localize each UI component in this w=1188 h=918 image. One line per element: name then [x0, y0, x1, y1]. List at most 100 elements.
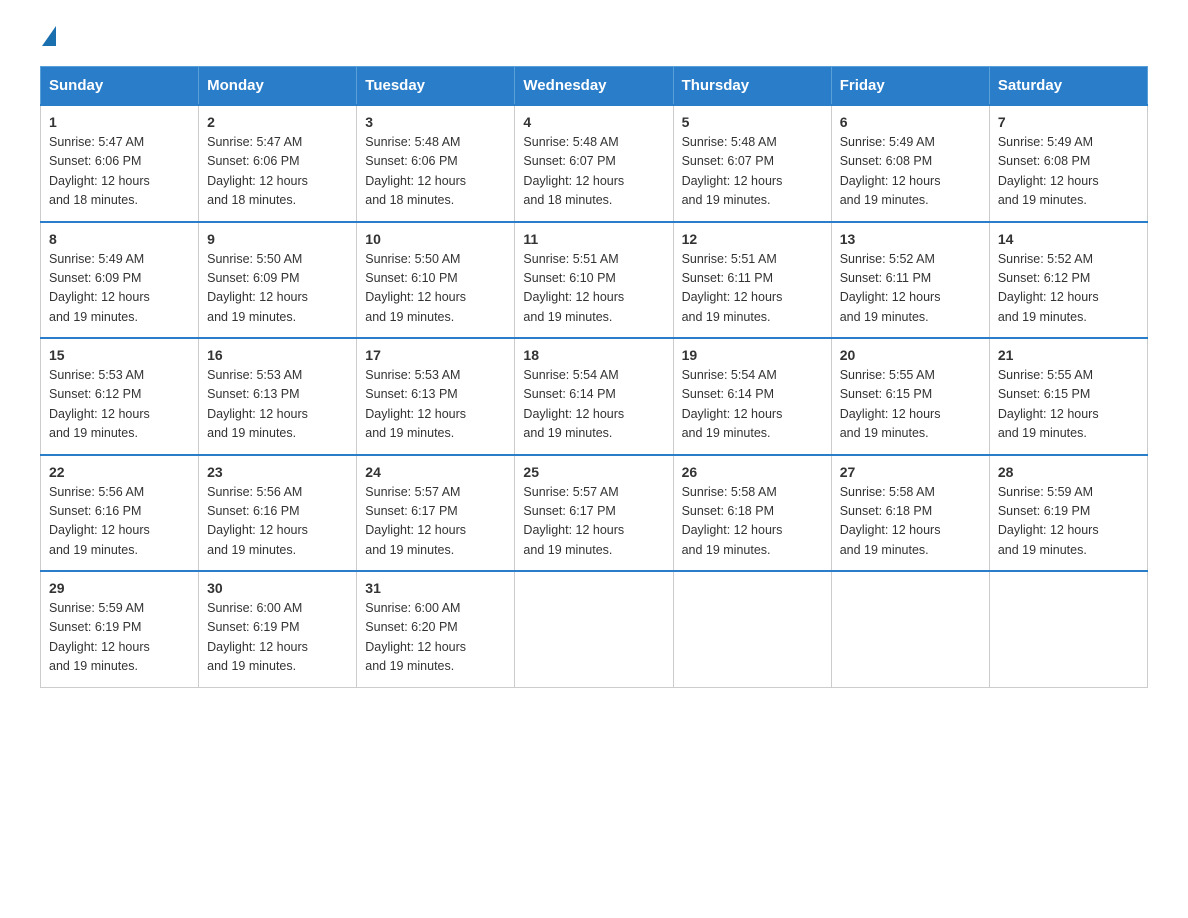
day-info: Sunrise: 5:48 AMSunset: 6:06 PMDaylight:… — [365, 133, 506, 211]
day-number: 28 — [998, 464, 1139, 480]
calendar-cell: 31Sunrise: 6:00 AMSunset: 6:20 PMDayligh… — [357, 571, 515, 687]
day-info: Sunrise: 5:57 AMSunset: 6:17 PMDaylight:… — [365, 483, 506, 561]
day-number: 4 — [523, 114, 664, 130]
logo-triangle-icon — [42, 26, 56, 46]
calendar-cell: 9 Sunrise: 5:50 AMSunset: 6:09 PMDaylight… — [199, 222, 357, 339]
day-number: 25 — [523, 464, 664, 480]
calendar-cell: 22 Sunrise: 5:56 AMSunset: 6:16 PMDayligh… — [41, 455, 199, 572]
day-info: Sunrise: 5:49 AMSunset: 6:08 PMDaylight:… — [840, 133, 981, 211]
calendar-cell — [989, 571, 1147, 687]
header-cell-saturday: Saturday — [989, 67, 1147, 106]
day-info: Sunrise: 5:57 AMSunset: 6:17 PMDaylight:… — [523, 483, 664, 561]
calendar-table: SundayMondayTuesdayWednesdayThursdayFrid… — [40, 66, 1148, 688]
day-number: 2 — [207, 114, 348, 130]
logo — [40, 30, 56, 46]
day-info: Sunrise: 5:54 AMSunset: 6:14 PMDaylight:… — [682, 366, 823, 444]
day-info: Sunrise: 5:59 AMSunset: 6:19 PMDaylight:… — [49, 599, 190, 677]
calendar-cell: 21 Sunrise: 5:55 AMSunset: 6:15 PMDayligh… — [989, 338, 1147, 455]
day-info: Sunrise: 5:51 AMSunset: 6:10 PMDaylight:… — [523, 250, 664, 328]
day-info: Sunrise: 5:53 AMSunset: 6:13 PMDaylight:… — [365, 366, 506, 444]
calendar-cell: 25 Sunrise: 5:57 AMSunset: 6:17 PMDayligh… — [515, 455, 673, 572]
calendar-cell: 20 Sunrise: 5:55 AMSunset: 6:15 PMDayligh… — [831, 338, 989, 455]
day-info: Sunrise: 5:54 AMSunset: 6:14 PMDaylight:… — [523, 366, 664, 444]
calendar-header: SundayMondayTuesdayWednesdayThursdayFrid… — [41, 67, 1148, 106]
day-number: 23 — [207, 464, 348, 480]
day-info: Sunrise: 5:52 AMSunset: 6:12 PMDaylight:… — [998, 250, 1139, 328]
day-info: Sunrise: 5:55 AMSunset: 6:15 PMDaylight:… — [840, 366, 981, 444]
calendar-cell: 17 Sunrise: 5:53 AMSunset: 6:13 PMDayligh… — [357, 338, 515, 455]
day-info: Sunrise: 5:56 AMSunset: 6:16 PMDaylight:… — [49, 483, 190, 561]
calendar-cell — [831, 571, 989, 687]
calendar-body: 1Sunrise: 5:47 AMSunset: 6:06 PMDaylight… — [41, 105, 1148, 687]
calendar-week-row: 29 Sunrise: 5:59 AMSunset: 6:19 PMDayligh… — [41, 571, 1148, 687]
day-info: Sunrise: 5:52 AMSunset: 6:11 PMDaylight:… — [840, 250, 981, 328]
day-number: 6 — [840, 114, 981, 130]
day-number: 14 — [998, 231, 1139, 247]
day-number: 18 — [523, 347, 664, 363]
day-number: 19 — [682, 347, 823, 363]
day-info: Sunrise: 5:49 AMSunset: 6:08 PMDaylight:… — [998, 133, 1139, 211]
calendar-cell: 8 Sunrise: 5:49 AMSunset: 6:09 PMDaylight… — [41, 222, 199, 339]
header-cell-friday: Friday — [831, 67, 989, 106]
day-info: Sunrise: 5:49 AMSunset: 6:09 PMDaylight:… — [49, 250, 190, 328]
calendar-cell: 14 Sunrise: 5:52 AMSunset: 6:12 PMDayligh… — [989, 222, 1147, 339]
calendar-cell: 7Sunrise: 5:49 AMSunset: 6:08 PMDaylight… — [989, 105, 1147, 222]
header-cell-monday: Monday — [199, 67, 357, 106]
day-info: Sunrise: 5:48 AMSunset: 6:07 PMDaylight:… — [682, 133, 823, 211]
day-number: 10 — [365, 231, 506, 247]
day-number: 22 — [49, 464, 190, 480]
calendar-cell: 28Sunrise: 5:59 AMSunset: 6:19 PMDayligh… — [989, 455, 1147, 572]
calendar-week-row: 8 Sunrise: 5:49 AMSunset: 6:09 PMDaylight… — [41, 222, 1148, 339]
day-info: Sunrise: 5:48 AMSunset: 6:07 PMDaylight:… — [523, 133, 664, 211]
day-info: Sunrise: 5:51 AMSunset: 6:11 PMDaylight:… — [682, 250, 823, 328]
calendar-cell: 5 Sunrise: 5:48 AMSunset: 6:07 PMDaylight… — [673, 105, 831, 222]
calendar-cell: 1Sunrise: 5:47 AMSunset: 6:06 PMDaylight… — [41, 105, 199, 222]
calendar-cell: 12 Sunrise: 5:51 AMSunset: 6:11 PMDayligh… — [673, 222, 831, 339]
day-info: Sunrise: 5:53 AMSunset: 6:13 PMDaylight:… — [207, 366, 348, 444]
calendar-cell: 23 Sunrise: 5:56 AMSunset: 6:16 PMDayligh… — [199, 455, 357, 572]
calendar-cell: 24 Sunrise: 5:57 AMSunset: 6:17 PMDayligh… — [357, 455, 515, 572]
day-number: 20 — [840, 347, 981, 363]
day-info: Sunrise: 5:47 AMSunset: 6:06 PMDaylight:… — [207, 133, 348, 211]
day-number: 9 — [207, 231, 348, 247]
calendar-cell: 15 Sunrise: 5:53 AMSunset: 6:12 PMDayligh… — [41, 338, 199, 455]
day-info: Sunrise: 5:55 AMSunset: 6:15 PMDaylight:… — [998, 366, 1139, 444]
day-number: 21 — [998, 347, 1139, 363]
day-number: 17 — [365, 347, 506, 363]
day-info: Sunrise: 5:47 AMSunset: 6:06 PMDaylight:… — [49, 133, 190, 211]
calendar-cell: 10 Sunrise: 5:50 AMSunset: 6:10 PMDayligh… — [357, 222, 515, 339]
calendar-cell: 13 Sunrise: 5:52 AMSunset: 6:11 PMDayligh… — [831, 222, 989, 339]
day-info: Sunrise: 5:58 AMSunset: 6:18 PMDaylight:… — [682, 483, 823, 561]
calendar-cell: 18 Sunrise: 5:54 AMSunset: 6:14 PMDayligh… — [515, 338, 673, 455]
calendar-cell: 19 Sunrise: 5:54 AMSunset: 6:14 PMDayligh… — [673, 338, 831, 455]
calendar-cell — [673, 571, 831, 687]
calendar-cell: 6 Sunrise: 5:49 AMSunset: 6:08 PMDaylight… — [831, 105, 989, 222]
calendar-cell: 3 Sunrise: 5:48 AMSunset: 6:06 PMDaylight… — [357, 105, 515, 222]
day-number: 24 — [365, 464, 506, 480]
day-number: 8 — [49, 231, 190, 247]
day-number: 30 — [207, 580, 348, 596]
header-cell-tuesday: Tuesday — [357, 67, 515, 106]
calendar-cell: 29 Sunrise: 5:59 AMSunset: 6:19 PMDayligh… — [41, 571, 199, 687]
day-number: 31 — [365, 580, 506, 596]
day-info: Sunrise: 5:50 AMSunset: 6:09 PMDaylight:… — [207, 250, 348, 328]
calendar-week-row: 1Sunrise: 5:47 AMSunset: 6:06 PMDaylight… — [41, 105, 1148, 222]
header-cell-wednesday: Wednesday — [515, 67, 673, 106]
day-number: 13 — [840, 231, 981, 247]
day-info: Sunrise: 5:56 AMSunset: 6:16 PMDaylight:… — [207, 483, 348, 561]
day-number: 29 — [49, 580, 190, 596]
day-info: Sunrise: 5:50 AMSunset: 6:10 PMDaylight:… — [365, 250, 506, 328]
day-number: 27 — [840, 464, 981, 480]
day-info: Sunrise: 5:53 AMSunset: 6:12 PMDaylight:… — [49, 366, 190, 444]
calendar-cell — [515, 571, 673, 687]
calendar-cell: 27 Sunrise: 5:58 AMSunset: 6:18 PMDayligh… — [831, 455, 989, 572]
day-info: Sunrise: 5:58 AMSunset: 6:18 PMDaylight:… — [840, 483, 981, 561]
calendar-cell: 2 Sunrise: 5:47 AMSunset: 6:06 PMDaylight… — [199, 105, 357, 222]
day-number: 3 — [365, 114, 506, 130]
day-number: 15 — [49, 347, 190, 363]
page-header — [40, 30, 1148, 46]
calendar-cell: 26Sunrise: 5:58 AMSunset: 6:18 PMDayligh… — [673, 455, 831, 572]
day-number: 5 — [682, 114, 823, 130]
calendar-week-row: 15 Sunrise: 5:53 AMSunset: 6:12 PMDayligh… — [41, 338, 1148, 455]
day-number: 12 — [682, 231, 823, 247]
